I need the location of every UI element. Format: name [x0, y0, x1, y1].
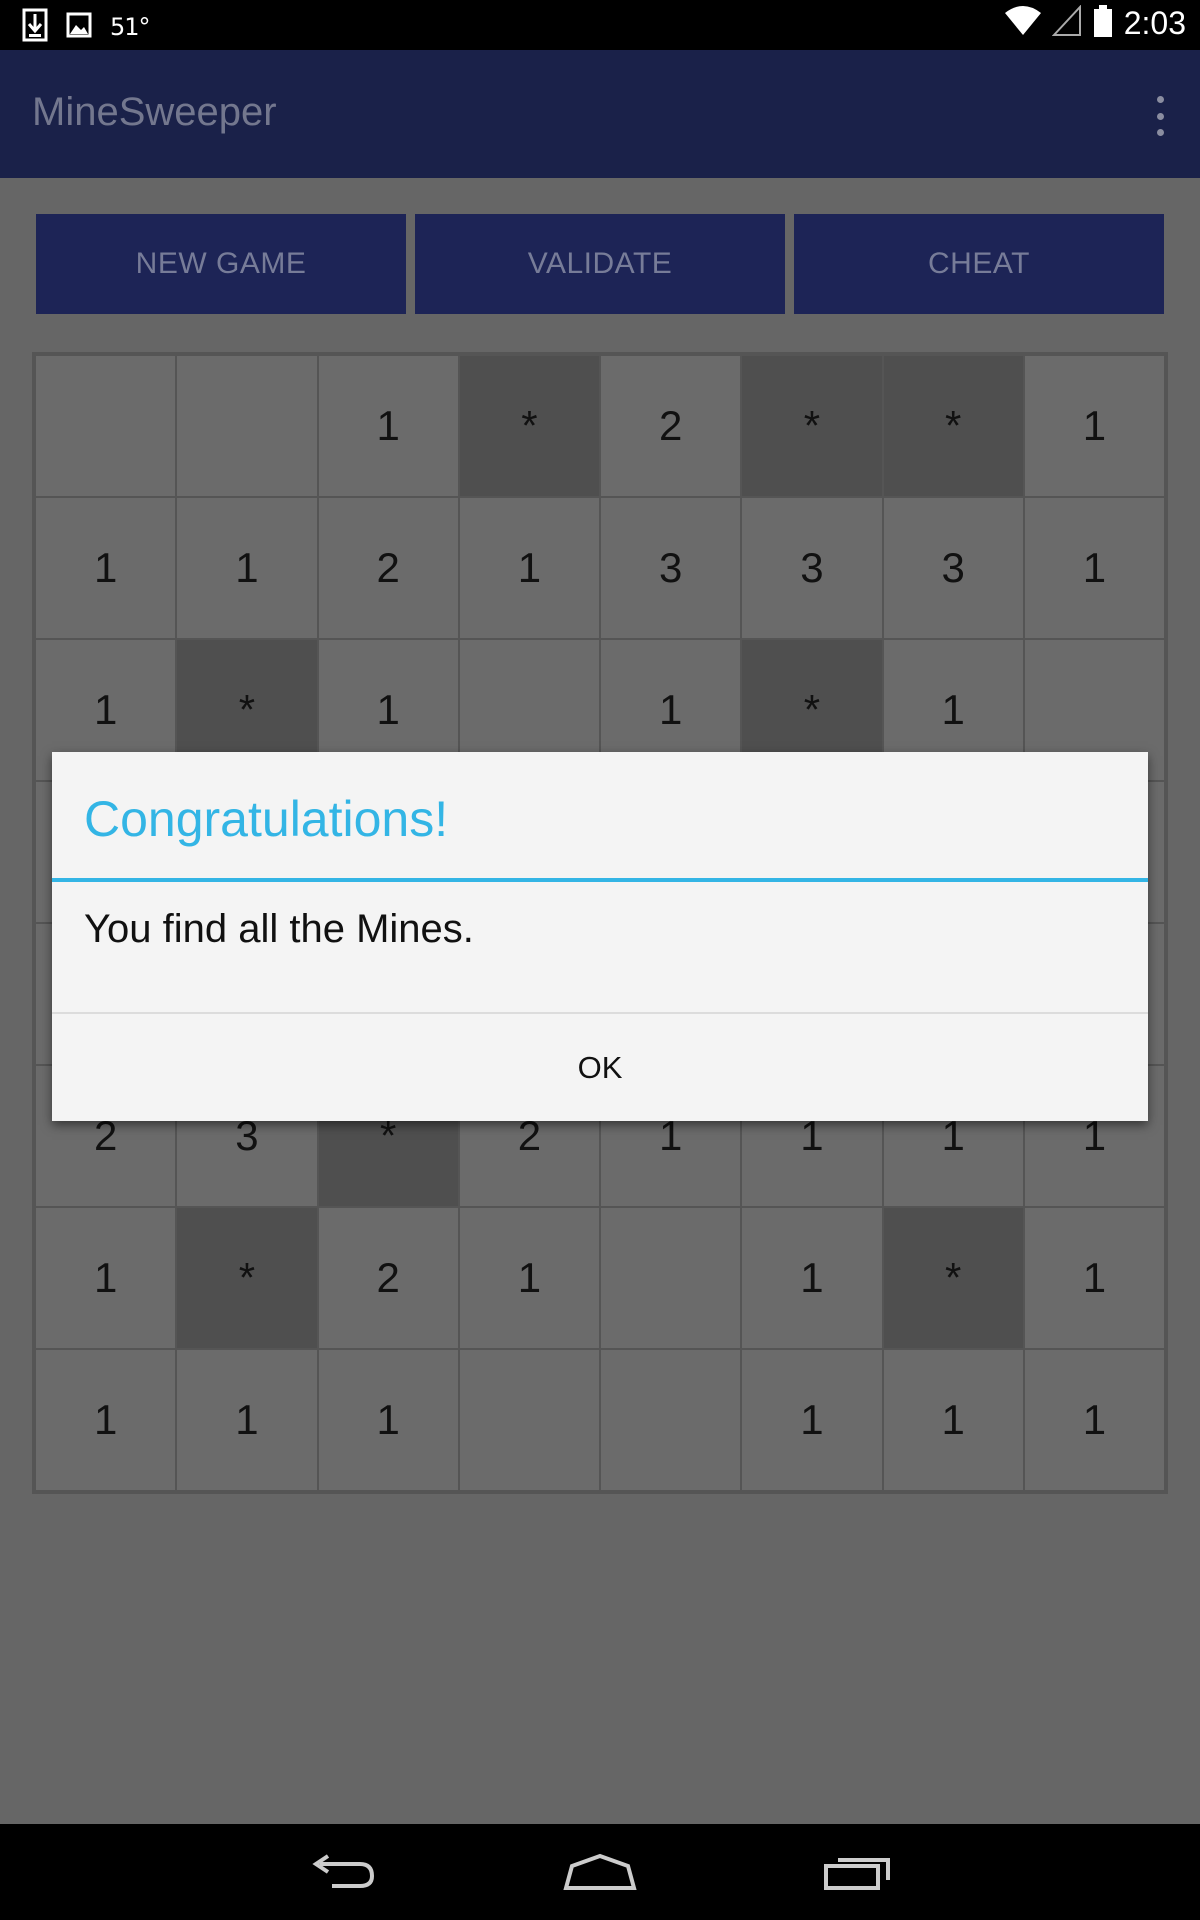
home-icon[interactable] — [560, 1842, 640, 1902]
board-cell[interactable]: 1 — [36, 1208, 176, 1348]
board-cell[interactable]: 1 — [1024, 498, 1164, 638]
board-cell[interactable]: 1 — [177, 498, 317, 638]
ok-button[interactable]: OK — [52, 1014, 1148, 1121]
board-cell[interactable]: 3 — [601, 498, 741, 638]
board-cell[interactable]: 1 — [318, 1350, 458, 1490]
download-icon — [22, 8, 48, 46]
dialog-title-divider — [52, 878, 1148, 882]
status-bar: 51° 2:03 — [0, 0, 1200, 50]
board-cell[interactable]: 1 — [1024, 1350, 1164, 1490]
board-cell[interactable]: 1 — [36, 1350, 176, 1490]
board-cell[interactable] — [177, 356, 317, 496]
new-game-button[interactable]: NEW GAME — [36, 214, 406, 314]
board-cell[interactable] — [601, 1208, 741, 1348]
mine-cell[interactable]: * — [883, 356, 1023, 496]
status-right: 2:03 — [1004, 4, 1186, 42]
board-cell[interactable]: 1 — [742, 1350, 882, 1490]
mine-cell[interactable]: * — [742, 356, 882, 496]
board-cell[interactable]: 3 — [742, 498, 882, 638]
board-cell[interactable]: 2 — [601, 356, 741, 496]
board-cell[interactable]: 1 — [883, 1350, 1023, 1490]
app-bar: MineSweeper — [0, 50, 1200, 178]
battery-icon — [1092, 4, 1114, 42]
board-cell[interactable] — [36, 356, 176, 496]
board-cell[interactable]: 1 — [742, 1208, 882, 1348]
image-icon — [66, 12, 92, 42]
board-cell[interactable] — [459, 1350, 599, 1490]
board-cell[interactable]: 1 — [1024, 1208, 1164, 1348]
dialog-title: Congratulations! — [84, 791, 449, 847]
board-cell[interactable] — [601, 1350, 741, 1490]
board-cell[interactable]: 1 — [1024, 356, 1164, 496]
board-cell[interactable]: 1 — [36, 498, 176, 638]
mine-cell[interactable]: * — [883, 1208, 1023, 1348]
status-left: 51° — [22, 8, 151, 46]
back-icon[interactable] — [302, 1842, 382, 1902]
board-cell[interactable]: 2 — [318, 1208, 458, 1348]
congratulations-dialog: Congratulations! You find all the Mines.… — [52, 752, 1148, 1121]
signal-icon — [1051, 4, 1082, 41]
navigation-bar — [0, 1824, 1200, 1920]
wifi-icon — [1004, 5, 1042, 41]
recent-apps-icon[interactable] — [818, 1842, 898, 1902]
mine-cell[interactable]: * — [459, 356, 599, 496]
mine-cell[interactable]: * — [177, 1208, 317, 1348]
board-cell[interactable]: 3 — [883, 498, 1023, 638]
board-cell[interactable]: 1 — [318, 356, 458, 496]
board-cell[interactable]: 1 — [177, 1350, 317, 1490]
board-cell[interactable]: 2 — [318, 498, 458, 638]
temperature-text: 51° — [110, 13, 151, 41]
overflow-menu-icon[interactable] — [1152, 96, 1168, 136]
validate-button[interactable]: VALIDATE — [415, 214, 785, 314]
clock: 2:03 — [1123, 4, 1186, 41]
app-title: MineSweeper — [32, 90, 277, 134]
board-cell[interactable]: 1 — [459, 498, 599, 638]
board-cell[interactable]: 1 — [459, 1208, 599, 1348]
cheat-button[interactable]: CHEAT — [794, 214, 1164, 314]
dialog-message: You find all the Mines. — [84, 907, 474, 951]
